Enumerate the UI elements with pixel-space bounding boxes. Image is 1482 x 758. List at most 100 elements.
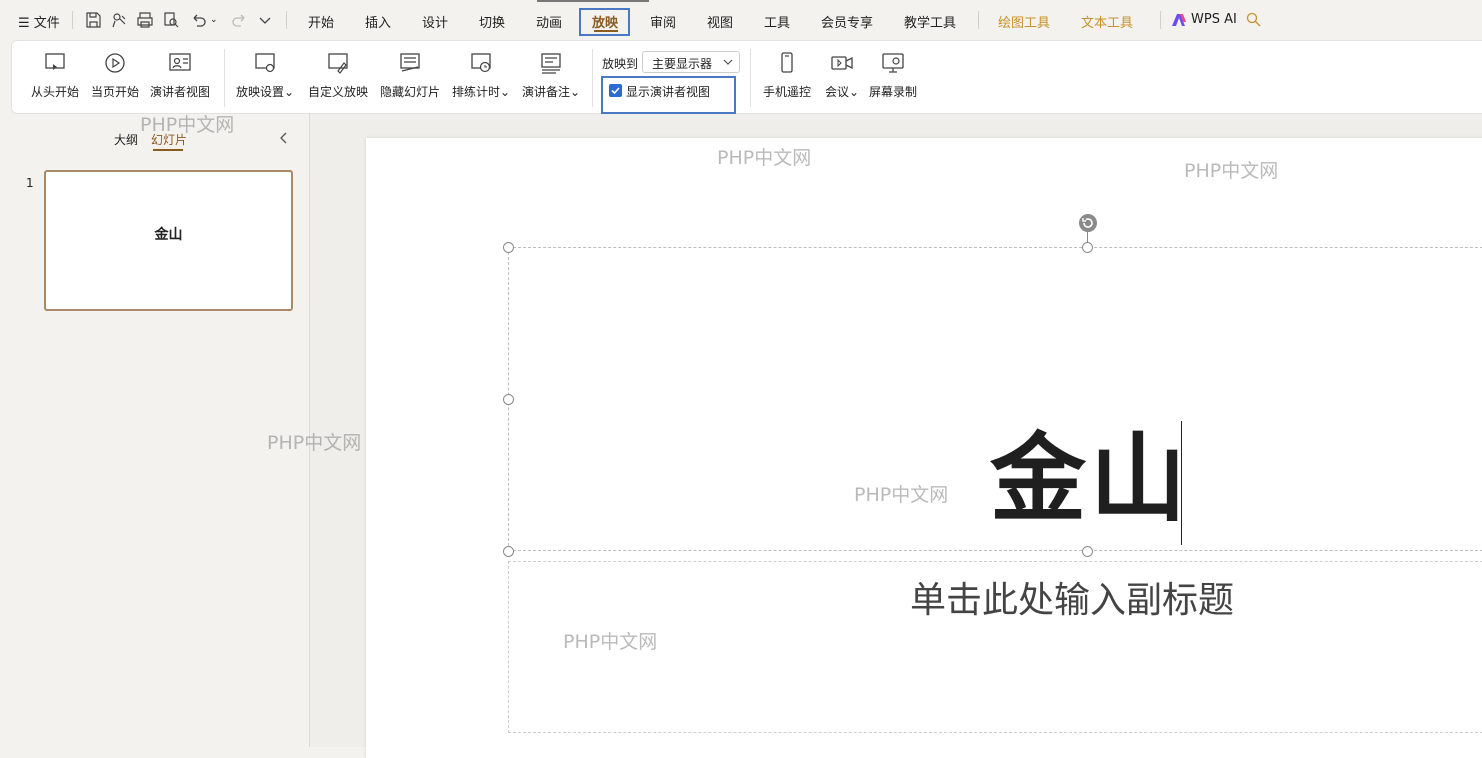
slide-title[interactable]: 金山	[990, 431, 1190, 527]
resize-handle[interactable]	[1082, 546, 1093, 557]
search-icon[interactable]	[1246, 12, 1261, 27]
undo-icon[interactable]	[190, 11, 208, 29]
more-chevron-icon[interactable]	[256, 11, 274, 29]
tab-drawing-tools[interactable]: 绘图工具	[998, 12, 1050, 31]
speaker-notes-button[interactable]: 演讲备注⌄	[520, 51, 582, 100]
from-current-label: 当页开始	[90, 85, 139, 99]
video-camera-icon	[831, 56, 853, 70]
play-to-label: 放映到	[602, 57, 639, 71]
timer-icon	[471, 53, 491, 73]
presenter-view-checkbox-label[interactable]: 显示演讲者视图	[626, 83, 710, 100]
screen-record-icon	[882, 53, 904, 73]
display-select-value: 主要显示器	[652, 57, 713, 71]
active-tab-top-indicator	[537, 0, 649, 2]
wps-ai-button[interactable]: WPS AI	[1191, 12, 1237, 27]
tab-transitions[interactable]: 切换	[479, 12, 505, 31]
chevron-down-icon	[723, 59, 733, 65]
slide[interactable]: 金山 单击此处输入副标题	[366, 138, 1482, 758]
slideshow-settings-text: 放映设置	[235, 85, 284, 99]
save-icon[interactable]	[84, 11, 102, 29]
display-select[interactable]: 主要显示器	[642, 51, 740, 73]
presenter-view-button[interactable]: 演讲者视图	[148, 51, 212, 100]
tab-insert[interactable]: 插入	[365, 12, 391, 31]
separator	[1160, 11, 1161, 29]
separator	[286, 11, 287, 29]
custom-show-button[interactable]: 自定义放映	[306, 51, 370, 100]
tab-review[interactable]: 审阅	[650, 12, 676, 31]
custom-show-icon	[328, 53, 348, 74]
screen-record-button[interactable]: 屏幕录制	[868, 51, 918, 100]
hide-slide-label: 隐藏幻灯片	[379, 85, 440, 99]
phone-remote-label: 手机遥控	[762, 85, 811, 99]
resize-handle[interactable]	[503, 242, 514, 253]
separator	[72, 11, 73, 29]
slideshow-settings-button[interactable]: 放映设置⌄	[234, 51, 296, 100]
hide-slide-icon	[400, 53, 420, 72]
phone-icon	[781, 52, 793, 73]
play-from-start-icon	[45, 53, 65, 70]
play-circle-icon	[105, 53, 125, 73]
from-beginning-label: 从头开始	[30, 85, 79, 99]
slide-number: 1	[26, 176, 34, 190]
rehearse-timing-button[interactable]: 排练计时⌄	[450, 51, 512, 100]
slide-thumbnail[interactable]: 金山	[44, 170, 293, 311]
tab-view[interactable]: 视图	[707, 12, 733, 31]
tab-design[interactable]: 设计	[422, 12, 448, 31]
separator	[978, 11, 979, 29]
subtitle-placeholder-text[interactable]: 单击此处输入副标题	[910, 571, 1234, 623]
presenter-view-label: 演讲者视图	[149, 85, 210, 99]
undo-dropdown-icon[interactable]: ⌄	[210, 15, 218, 25]
hamburger-icon: ☰	[18, 16, 30, 31]
resize-handle[interactable]	[1082, 242, 1093, 253]
tab-home[interactable]: 开始	[308, 12, 334, 31]
checkmark-icon	[611, 87, 620, 95]
share-icon[interactable]	[110, 11, 128, 29]
collapse-panel-icon[interactable]	[278, 132, 290, 144]
meeting-label: 会议⌄	[824, 85, 860, 99]
separator	[750, 49, 751, 107]
thumbnail-title: 金山	[154, 227, 183, 243]
from-beginning-button[interactable]: 从头开始	[28, 51, 82, 100]
redo-icon[interactable]	[230, 11, 248, 29]
print-icon[interactable]	[136, 11, 154, 29]
meeting-button[interactable]: 会议⌄	[822, 51, 862, 100]
speaker-notes-text: 演讲备注	[521, 85, 570, 99]
custom-show-label: 自定义放映	[307, 85, 368, 99]
ribbon: 从头开始 当页开始 演讲者视图 放映设置⌄ 自定义放映 隐藏幻灯片 排练计时⌄ …	[11, 40, 1482, 114]
active-tab-underline	[594, 30, 618, 32]
presenter-icon	[169, 53, 191, 71]
separator	[224, 49, 225, 107]
tab-tools[interactable]: 工具	[764, 12, 790, 31]
file-menu-label: 文件	[33, 16, 60, 31]
rehearse-timing-label: 排练计时⌄	[451, 85, 511, 99]
tab-animations[interactable]: 动画	[536, 12, 562, 31]
from-current-button[interactable]: 当页开始	[88, 51, 142, 100]
tab-text-tools[interactable]: 文本工具	[1081, 12, 1133, 31]
file-menu[interactable]: ☰ 文件	[18, 12, 60, 31]
menu-bar: ☰ 文件 ⌄ 开始 插入 设计 切换 动画 放映 审阅 视图 工具 会员专享 教…	[0, 0, 1482, 40]
meeting-text: 会议	[824, 85, 849, 99]
tab-teaching-tools[interactable]: 教学工具	[904, 12, 956, 31]
text-cursor	[1181, 421, 1182, 545]
tab-outline[interactable]: 大纲	[114, 131, 138, 148]
notes-icon	[541, 53, 561, 74]
resize-handle[interactable]	[503, 546, 514, 557]
wps-ai-icon[interactable]	[1171, 13, 1187, 27]
tab-member[interactable]: 会员专享	[821, 12, 873, 31]
slide-canvas-area: 金山 单击此处输入副标题	[310, 114, 1482, 758]
resize-handle[interactable]	[503, 394, 514, 405]
tab-slides[interactable]: 幻灯片	[151, 131, 187, 148]
slideshow-settings-label: 放映设置⌄	[235, 85, 295, 99]
rotate-handle-icon[interactable]	[1077, 212, 1099, 234]
tab-slideshow[interactable]: 放映	[592, 12, 618, 31]
phone-remote-button[interactable]: 手机遥控	[760, 51, 814, 100]
settings-screen-icon	[255, 53, 275, 73]
rehearse-timing-text: 排练计时	[451, 85, 500, 99]
print-preview-icon[interactable]	[162, 11, 180, 29]
screen-record-label: 屏幕录制	[868, 85, 917, 99]
separator	[592, 49, 593, 107]
presenter-view-checkbox[interactable]	[609, 84, 622, 97]
active-panel-tab-underline	[153, 149, 183, 151]
speaker-notes-label: 演讲备注⌄	[521, 85, 581, 99]
hide-slide-button[interactable]: 隐藏幻灯片	[378, 51, 442, 100]
